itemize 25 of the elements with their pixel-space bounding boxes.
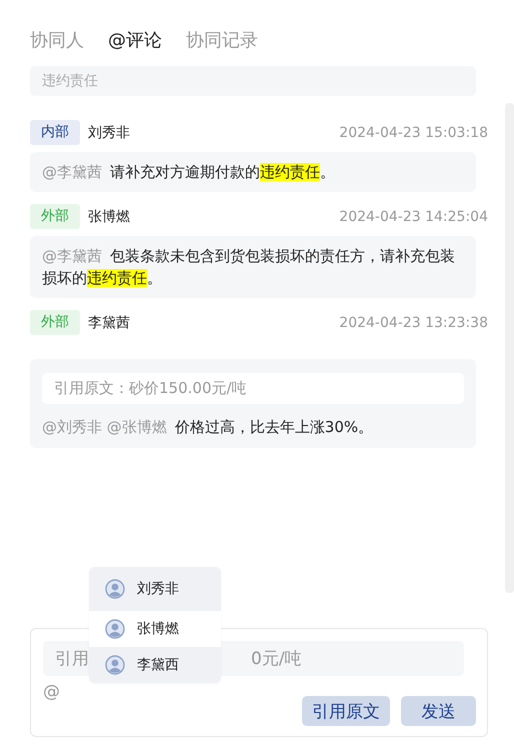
menu-item[interactable]: 刘秀非 — [89, 567, 221, 611]
send-button[interactable]: 发送 — [401, 696, 476, 726]
tag-label: 内部 — [30, 120, 80, 145]
quote-text: 引用原文：砂价150.00元/吨 — [42, 373, 464, 404]
timestamp: 2024-04-23 15:03:18 — [339, 124, 488, 140]
tab[interactable]: @评论 — [108, 28, 162, 52]
timestamp: 2024-04-23 13:23:38 — [339, 314, 488, 330]
user-icon — [105, 619, 125, 639]
quote-text: 引用 — [55, 648, 89, 670]
menu-item[interactable]: 张博燃 — [89, 611, 221, 647]
tag-label: 外部 — [30, 310, 80, 335]
author-name: 李黛茜 — [88, 314, 130, 332]
menu-item[interactable]: 李黛西 — [89, 647, 221, 683]
comment-text: @李黛茜 包装条款未包含到货包装损坏的责任方，请补充包装损坏的违约责任。 — [42, 246, 456, 289]
search-field[interactable]: 违约责任 — [30, 66, 476, 96]
user-icon — [105, 579, 125, 599]
author-name: 张博燃 — [88, 208, 130, 226]
comment-text: @李黛茜 请补充对方逾期付款的违约责任。 — [42, 162, 336, 183]
comment-text: @刘秀非 @张博燃 价格过高，比去年上涨30%。 — [42, 417, 374, 438]
user-icon — [105, 655, 125, 675]
quote-text: 0元/吨 — [251, 648, 302, 670]
author-name: 刘秀非 — [88, 124, 130, 142]
quote-button[interactable]: 引用原文 — [302, 696, 390, 726]
timestamp: 2024-04-23 14:25:04 — [339, 208, 488, 224]
tag-label: 外部 — [30, 204, 80, 229]
